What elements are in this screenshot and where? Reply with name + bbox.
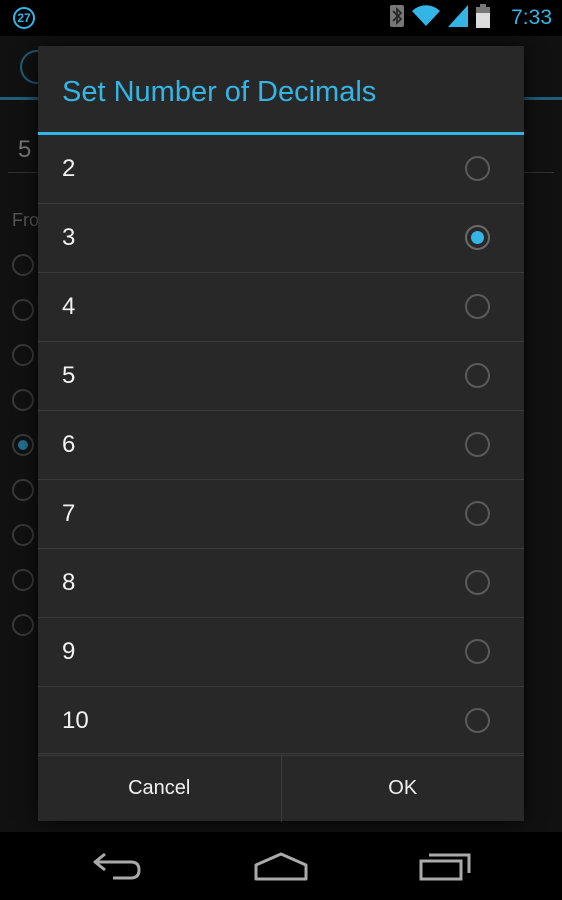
decimals-dialog: Set Number of Decimals 2 3 4 5 6 7 8 9 1… bbox=[38, 46, 524, 822]
home-icon[interactable] bbox=[246, 846, 316, 886]
background-radio bbox=[12, 299, 34, 321]
status-bar: 27 7:33 bbox=[0, 0, 562, 36]
option-row[interactable]: 8 bbox=[38, 549, 524, 618]
option-label: 7 bbox=[62, 500, 76, 527]
option-row[interactable]: 6 bbox=[38, 411, 524, 480]
screen: 27 7:33 5 Fro Set Number of Decimals 2 3… bbox=[0, 0, 562, 900]
background-radio bbox=[12, 614, 34, 636]
option-label: 6 bbox=[62, 431, 76, 458]
option-row[interactable]: 7 bbox=[38, 480, 524, 549]
cancel-button[interactable]: Cancel bbox=[38, 754, 281, 822]
radio-button[interactable] bbox=[465, 294, 490, 319]
background-radio bbox=[12, 254, 34, 276]
radio-button[interactable] bbox=[465, 363, 490, 388]
back-icon[interactable] bbox=[82, 846, 152, 886]
battery-icon bbox=[476, 3, 490, 33]
background-radio bbox=[12, 479, 34, 501]
signal-icon bbox=[448, 4, 468, 32]
recent-apps-icon[interactable] bbox=[410, 846, 480, 886]
background-radio bbox=[12, 344, 34, 366]
dialog-title-bar: Set Number of Decimals bbox=[38, 46, 524, 135]
radio-button[interactable] bbox=[465, 225, 490, 250]
option-row[interactable]: 9 bbox=[38, 618, 524, 687]
option-label: 4 bbox=[62, 293, 76, 320]
background-radio bbox=[12, 389, 34, 411]
ok-button[interactable]: OK bbox=[280, 754, 525, 822]
radio-button[interactable] bbox=[465, 156, 490, 181]
option-label: 3 bbox=[62, 224, 76, 251]
background-radio bbox=[12, 434, 34, 456]
status-time: 7:33 bbox=[511, 6, 552, 29]
option-label: 5 bbox=[62, 362, 76, 389]
radio-button[interactable] bbox=[465, 639, 490, 664]
dialog-title: Set Number of Decimals bbox=[62, 76, 377, 108]
bluetooth-icon bbox=[390, 4, 404, 32]
status-icons bbox=[390, 3, 490, 33]
option-label: 8 bbox=[62, 569, 76, 596]
option-list: 2 3 4 5 6 7 8 9 10 bbox=[38, 135, 524, 756]
option-row[interactable]: 2 bbox=[38, 135, 524, 204]
option-row[interactable]: 3 bbox=[38, 204, 524, 273]
option-label: 9 bbox=[62, 638, 76, 665]
radio-button[interactable] bbox=[465, 501, 490, 526]
option-row[interactable]: 5 bbox=[38, 342, 524, 411]
wifi-icon bbox=[412, 4, 440, 32]
option-label: 2 bbox=[62, 155, 76, 182]
radio-button[interactable] bbox=[465, 432, 490, 457]
dialog-button-bar: Cancel OK bbox=[38, 753, 524, 822]
radio-button[interactable] bbox=[465, 708, 490, 733]
option-row[interactable]: 10 bbox=[38, 687, 524, 756]
background-radio bbox=[12, 524, 34, 546]
navigation-bar bbox=[0, 832, 562, 900]
option-label: 10 bbox=[62, 707, 89, 734]
option-row[interactable]: 4 bbox=[38, 273, 524, 342]
background-radio bbox=[12, 569, 34, 591]
background-section-label: Fro bbox=[12, 210, 39, 230]
background-input-value: 5 bbox=[18, 136, 32, 163]
radio-button[interactable] bbox=[465, 570, 490, 595]
notification-badge-icon: 27 bbox=[13, 7, 35, 29]
